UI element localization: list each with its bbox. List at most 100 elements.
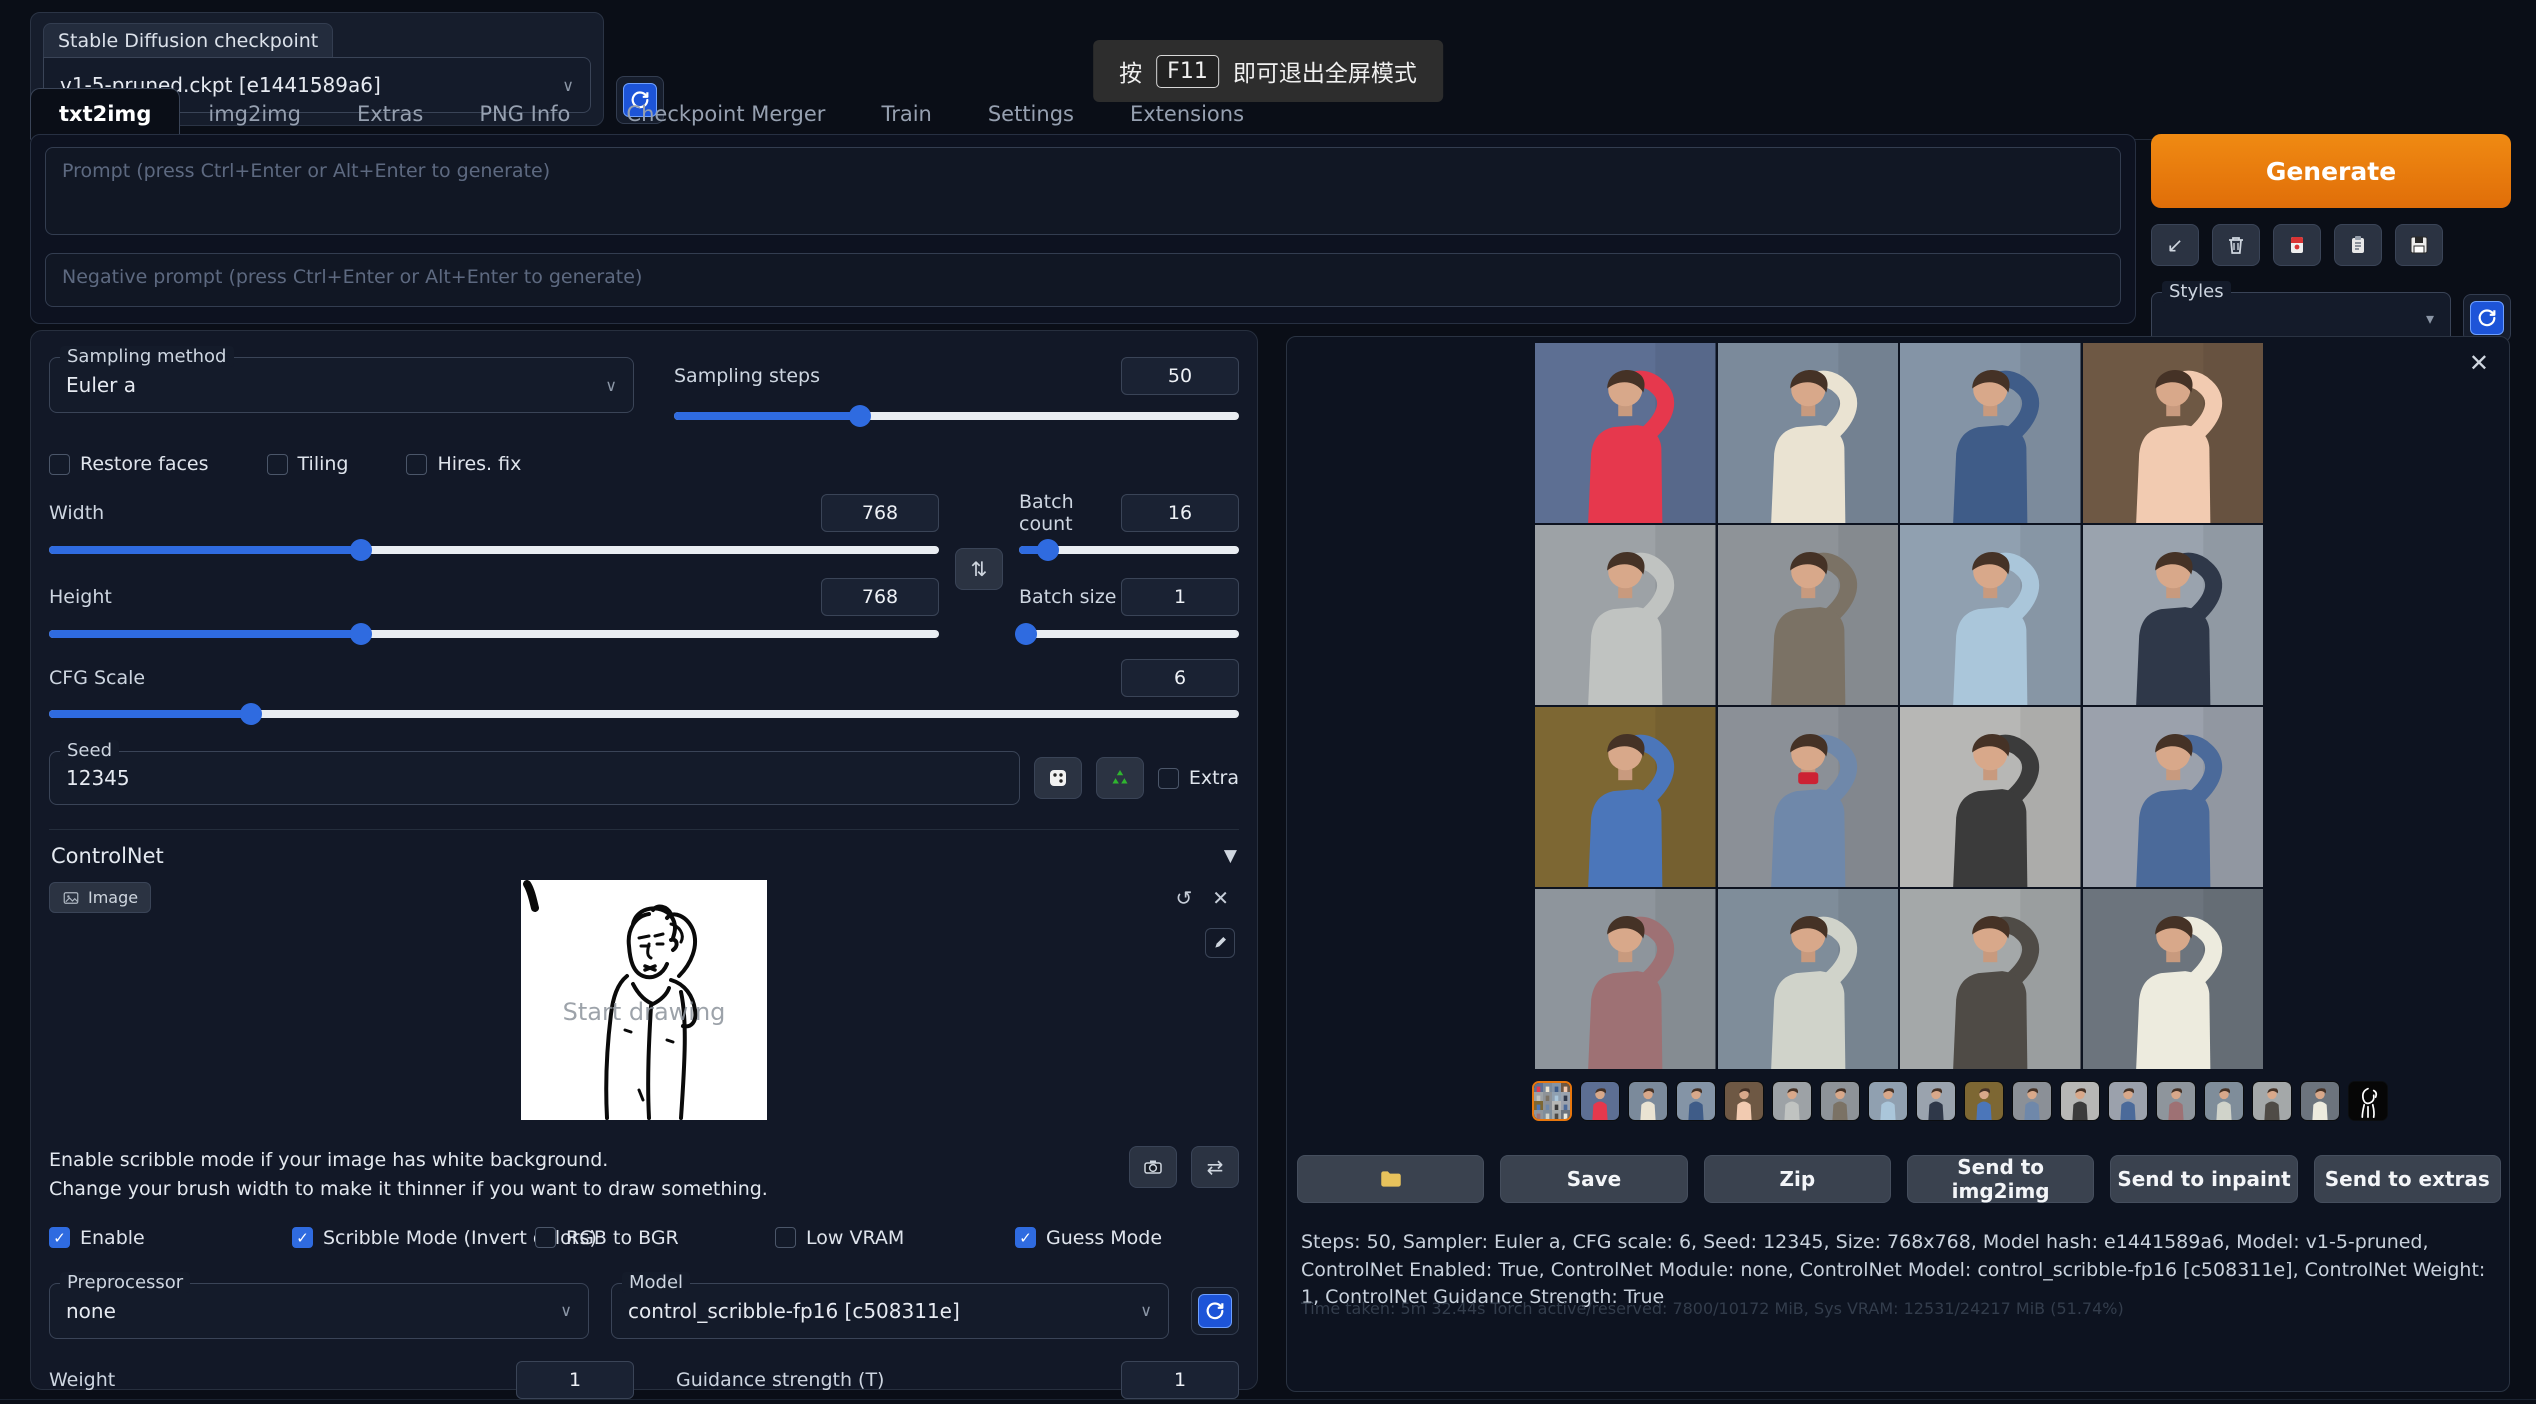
toggle-rgb-to-bgr[interactable]: RGB to BGR — [535, 1227, 679, 1249]
result-image[interactable] — [2083, 525, 2264, 705]
result-thumbnail[interactable] — [1964, 1081, 2004, 1121]
checkbox[interactable]: ✓ — [292, 1227, 313, 1248]
sampling-steps-value[interactable]: 50 — [1121, 357, 1239, 395]
result-image[interactable] — [2083, 343, 2264, 523]
cfg-scale-slider[interactable] — [49, 703, 1239, 725]
height-slider[interactable] — [49, 623, 939, 645]
batch-count-value[interactable]: 16 — [1121, 494, 1239, 532]
seed-field[interactable]: Seed — [49, 751, 1020, 805]
toggle-restore-faces[interactable]: Restore faces — [49, 453, 209, 475]
result-image[interactable] — [2083, 707, 2264, 887]
result-thumbnail[interactable] — [2156, 1081, 2196, 1121]
send-to-img2img-button[interactable]: Send to img2img — [1907, 1155, 2094, 1203]
paste-params-button[interactable]: ↙ — [2151, 224, 2199, 266]
result-thumbnail[interactable] — [2012, 1081, 2052, 1121]
result-image[interactable] — [1535, 889, 1716, 1069]
checkbox[interactable] — [406, 454, 427, 475]
toggle-hires-fix[interactable]: Hires. fix — [406, 453, 521, 475]
model-refresh-button[interactable] — [1191, 1287, 1239, 1335]
toggle-guess-mode[interactable]: ✓Guess Mode — [1015, 1227, 1162, 1249]
extra-checkbox[interactable] — [1158, 768, 1179, 789]
result-image[interactable] — [1900, 343, 2081, 523]
width-slider[interactable] — [49, 539, 939, 561]
result-image[interactable] — [1535, 525, 1716, 705]
tab-checkpoint-merger[interactable]: Checkpoint Merger — [598, 89, 853, 139]
scribble-thumbnail[interactable] — [2348, 1081, 2388, 1121]
close-results-icon[interactable]: ✕ — [2469, 349, 2489, 377]
reuse-seed-button[interactable] — [1096, 757, 1144, 799]
result-image[interactable] — [1535, 343, 1716, 523]
tab-train[interactable]: Train — [853, 89, 959, 139]
checkbox[interactable] — [267, 454, 288, 475]
tab-settings[interactable]: Settings — [960, 89, 1102, 139]
prompt-input[interactable] — [45, 147, 2121, 235]
result-thumbnail[interactable] — [1676, 1081, 1716, 1121]
generate-button[interactable]: Generate — [2151, 134, 2511, 208]
undo-icon[interactable]: ↺ — [1175, 886, 1192, 910]
result-thumbnail[interactable] — [2204, 1081, 2244, 1121]
scribble-canvas[interactable]: Start drawing — [521, 880, 767, 1120]
style-badge-button[interactable] — [2273, 224, 2321, 266]
result-thumbnail[interactable] — [1820, 1081, 1860, 1121]
result-thumbnail[interactable] — [1916, 1081, 1956, 1121]
controlnet-model-dropdown[interactable]: Model control_scribble-fp16 [c508311e] ∨ — [611, 1283, 1169, 1339]
image-tab-chip[interactable]: Image — [49, 882, 151, 913]
batch-size-value[interactable]: 1 — [1121, 578, 1239, 616]
swap-image-button[interactable]: ⇄ — [1191, 1146, 1239, 1188]
brush-tool-button[interactable] — [1205, 928, 1235, 958]
apply-style-button[interactable] — [2334, 224, 2382, 266]
tab-txt2img[interactable]: txt2img — [30, 88, 180, 140]
extra-seed-toggle[interactable]: Extra — [1158, 767, 1239, 789]
random-seed-button[interactable] — [1034, 757, 1082, 799]
result-thumbnail[interactable] — [1772, 1081, 1812, 1121]
result-image[interactable] — [1900, 707, 2081, 887]
result-thumbnail[interactable] — [1724, 1081, 1764, 1121]
width-value[interactable]: 768 — [821, 494, 939, 532]
webcam-button[interactable] — [1129, 1146, 1177, 1188]
send-to-inpaint-button[interactable]: Send to inpaint — [2110, 1155, 2297, 1203]
result-thumbnail[interactable] — [2060, 1081, 2100, 1121]
tab-extras[interactable]: Extras — [329, 89, 451, 139]
clear-prompt-button[interactable] — [2212, 224, 2260, 266]
grid-thumbnail[interactable] — [1532, 1081, 1572, 1121]
styles-refresh-button[interactable] — [2463, 294, 2511, 342]
batch-count-slider[interactable] — [1019, 539, 1239, 561]
weight-value[interactable]: 1 — [516, 1361, 634, 1399]
checkbox[interactable]: ✓ — [1015, 1227, 1036, 1248]
height-value[interactable]: 768 — [821, 578, 939, 616]
batch-size-slider[interactable] — [1019, 623, 1239, 645]
result-thumbnail[interactable] — [1868, 1081, 1908, 1121]
checkbox[interactable] — [775, 1227, 796, 1248]
controlnet-accordion-header[interactable]: ControlNet ▼ — [49, 830, 1239, 878]
save-button[interactable]: Save — [1500, 1155, 1687, 1203]
toggle-enable[interactable]: ✓Enable — [49, 1227, 145, 1249]
seed-input[interactable] — [66, 766, 1003, 790]
tab-extensions[interactable]: Extensions — [1102, 89, 1272, 139]
guidance-strength-value[interactable]: 1 — [1121, 1361, 1239, 1399]
toggle-low-vram[interactable]: Low VRAM — [775, 1227, 904, 1249]
result-thumbnail[interactable] — [1580, 1081, 1620, 1121]
send-to-extras-button[interactable]: Send to extras — [2314, 1155, 2501, 1203]
cfg-scale-value[interactable]: 6 — [1121, 659, 1239, 697]
result-thumbnail[interactable] — [2108, 1081, 2148, 1121]
result-thumbnail[interactable] — [1628, 1081, 1668, 1121]
sampling-method-dropdown[interactable]: Sampling method Euler a ∨ — [49, 357, 634, 413]
result-image[interactable] — [1900, 525, 2081, 705]
result-image[interactable] — [1718, 707, 1899, 887]
toggle-tiling[interactable]: Tiling — [267, 453, 349, 475]
result-image[interactable] — [1718, 889, 1899, 1069]
result-image[interactable] — [2083, 889, 2264, 1069]
preprocessor-dropdown[interactable]: Preprocessor none ∨ — [49, 1283, 589, 1339]
result-thumbnail[interactable] — [2252, 1081, 2292, 1121]
result-image[interactable] — [1718, 343, 1899, 523]
result-image[interactable] — [1718, 525, 1899, 705]
checkbox[interactable] — [535, 1227, 556, 1248]
zip-button[interactable]: Zip — [1704, 1155, 1891, 1203]
save-style-button[interactable] — [2395, 224, 2443, 266]
result-image[interactable] — [1535, 707, 1716, 887]
checkbox[interactable]: ✓ — [49, 1227, 70, 1248]
tab-png-info[interactable]: PNG Info — [451, 89, 598, 139]
sampling-steps-slider[interactable] — [674, 405, 1239, 427]
open-folder-button[interactable] — [1297, 1155, 1484, 1203]
swap-dimensions-button[interactable]: ⇅ — [955, 548, 1003, 590]
